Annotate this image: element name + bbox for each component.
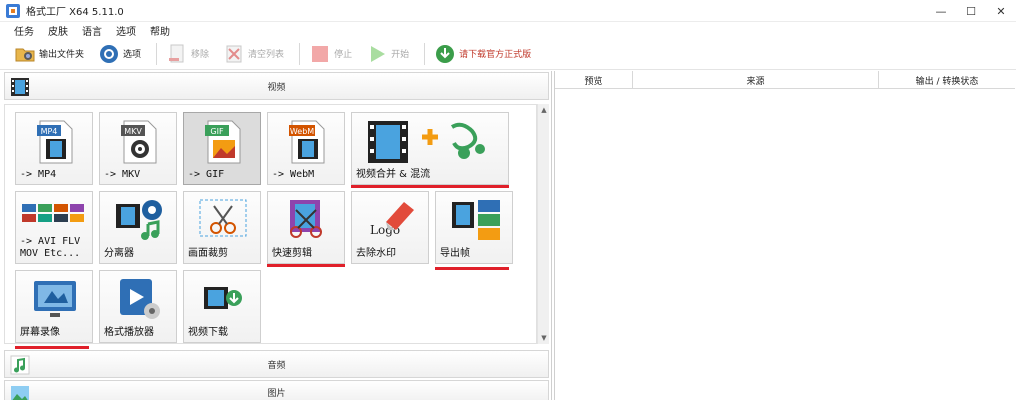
menu-language[interactable]: 语言: [82, 23, 102, 38]
tool-to-mkv[interactable]: MKV -> MKV: [99, 112, 177, 185]
clear-list-icon: [226, 45, 242, 62]
quick-clip-icon: [290, 200, 322, 238]
gear-icon: [100, 44, 119, 63]
category-panel: 视频 MP4 -> MP4 MKV -> MKV GIF -> GIF WebM…: [0, 71, 552, 400]
menu-tasks[interactable]: 任务: [14, 23, 34, 38]
tool-to-avi-flv-mov[interactable]: -> AVI FLV MOV Etc...: [15, 191, 93, 264]
minimize-button[interactable]: —: [926, 0, 956, 22]
tile-label: 画面裁剪: [188, 248, 228, 259]
options-button[interactable]: 选项: [94, 40, 145, 68]
highlight-underline: [351, 185, 509, 188]
webm-file-icon: WebM: [289, 120, 325, 164]
image-section-header[interactable]: 图片: [4, 380, 549, 400]
download-official-button[interactable]: 请下载官方正式版: [430, 40, 535, 68]
tile-label: -> MP4: [20, 169, 57, 180]
stop-button[interactable]: 停止: [305, 40, 356, 68]
toolbar-separator: [424, 42, 426, 65]
menu-options[interactable]: 选项: [116, 23, 136, 38]
eraser-logo-icon: Logo: [370, 202, 414, 237]
tool-crop[interactable]: 画面裁剪: [183, 191, 261, 264]
video-download-icon: [204, 287, 242, 309]
column-output-status[interactable]: 输出 / 转换状态: [879, 71, 1015, 89]
menu-help[interactable]: 帮助: [150, 23, 170, 38]
mkv-file-icon: MKV: [121, 120, 157, 164]
column-preview[interactable]: 预览: [555, 71, 633, 89]
tool-screen-record[interactable]: 屏幕录像: [15, 270, 93, 343]
tile-label: -> MKV: [104, 169, 141, 180]
crop-scissors-icon: [199, 199, 247, 237]
merge-film-music-icon: [368, 121, 485, 163]
remove-button[interactable]: 移除: [162, 40, 213, 68]
title-bar: 格式工厂 X64 5.11.0 — ☐ ✕: [0, 0, 1016, 22]
toolbar: 输出文件夹 选项 移除 清空列表 停止 开始 请下载官方正式版: [0, 38, 1016, 70]
tile-label: -> WebM: [272, 169, 315, 180]
highlight-underline: [15, 346, 89, 349]
scroll-down-icon[interactable]: ▼: [538, 332, 550, 344]
mp4-badge: MP4: [41, 127, 58, 136]
tile-label: 快速剪辑: [272, 248, 312, 259]
tool-quick-clip[interactable]: 快速剪辑: [267, 191, 345, 264]
tile-label: -> AVI FLV MOV Etc...: [20, 236, 81, 259]
highlight-underline: [267, 264, 345, 267]
screen-record-icon: [34, 281, 76, 317]
close-button[interactable]: ✕: [986, 0, 1016, 22]
window-title: 格式工厂 X64 5.11.0: [26, 7, 124, 18]
gif-badge: GIF: [210, 127, 224, 136]
app-logo-icon: [6, 3, 20, 18]
multi-format-icon: [22, 204, 84, 222]
maximize-button[interactable]: ☐: [956, 0, 986, 22]
tool-video-download[interactable]: 视频下载: [183, 270, 261, 343]
splitter-icon: [116, 200, 162, 240]
music-note-icon: [10, 355, 30, 375]
mkv-badge: MKV: [124, 127, 142, 136]
tile-label: 视频下载: [188, 327, 228, 338]
webm-badge: WebM: [290, 127, 314, 136]
tile-label: 格式播放器: [104, 327, 154, 338]
task-list-panel: 预览 来源 输出 / 转换状态: [554, 71, 1015, 400]
menu-skin[interactable]: 皮肤: [48, 23, 68, 38]
tile-label: -> GIF: [188, 169, 225, 180]
tool-remove-watermark[interactable]: Logo 去除水印: [351, 191, 429, 264]
stop-icon: [312, 45, 329, 62]
tool-to-webm[interactable]: WebM -> WebM: [267, 112, 345, 185]
tool-to-gif[interactable]: GIF -> GIF: [183, 112, 261, 185]
tile-label: 去除水印: [356, 248, 396, 259]
folder-icon: [15, 48, 35, 61]
picture-icon: [11, 386, 29, 400]
toolbar-separator: [156, 42, 158, 65]
play-icon: [371, 45, 386, 62]
clear-list-button[interactable]: 清空列表: [219, 40, 288, 68]
download-globe-icon: [436, 44, 455, 63]
tile-label: 分离器: [104, 248, 134, 259]
toolbar-separator: [299, 42, 301, 65]
tile-label: 视频合并 & 混流: [356, 169, 431, 180]
tile-label: 屏幕录像: [20, 327, 60, 338]
scroll-up-icon[interactable]: ▲: [538, 104, 550, 116]
vertical-scrollbar[interactable]: ▲ ▼: [537, 104, 549, 344]
audio-section-header[interactable]: 音频: [4, 350, 549, 378]
tool-splitter[interactable]: 分离器: [99, 191, 177, 264]
video-tools-grid: MP4 -> MP4 MKV -> MKV GIF -> GIF WebM ->…: [4, 104, 537, 349]
menu-bar: 任务 皮肤 语言 选项 帮助: [0, 22, 1016, 38]
tool-export-frames[interactable]: 导出帧: [435, 191, 513, 264]
column-source[interactable]: 来源: [633, 71, 879, 89]
video-section-header[interactable]: 视频: [4, 72, 549, 100]
task-list-header: 预览 来源 输出 / 转换状态: [555, 71, 1015, 89]
film-icon: [11, 78, 29, 96]
start-button[interactable]: 开始: [362, 40, 413, 68]
mp4-file-icon: MP4: [37, 120, 73, 164]
tool-format-player[interactable]: 格式播放器: [99, 270, 177, 343]
output-folder-button[interactable]: 输出文件夹: [10, 40, 88, 68]
export-frames-icon: [452, 200, 500, 240]
player-icon: [120, 279, 160, 319]
highlight-underline: [435, 267, 509, 270]
tool-to-mp4[interactable]: MP4 -> MP4: [15, 112, 93, 185]
tool-video-merge-mux[interactable]: 视频合并 & 混流: [351, 112, 509, 185]
document-remove-icon: [169, 44, 184, 62]
gif-file-icon: GIF: [205, 120, 241, 164]
tile-label: 导出帧: [440, 248, 470, 259]
